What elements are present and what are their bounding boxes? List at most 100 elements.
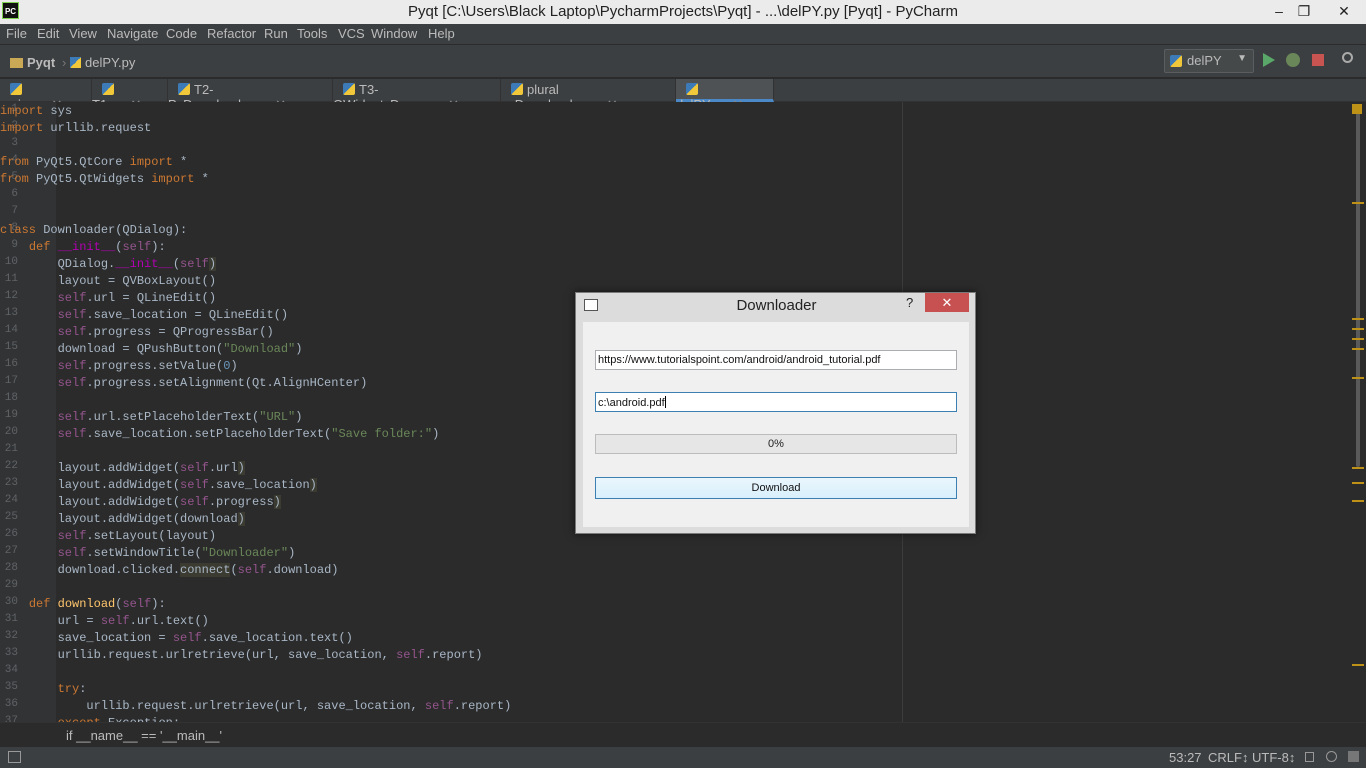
breadcrumb-separator: › [62, 55, 67, 70]
debug-icon[interactable] [1286, 53, 1300, 67]
code-line[interactable]: import urllib.request [0, 120, 151, 137]
navigation-bar: Pyqt › delPY.py delPY ▼ [0, 44, 1366, 78]
help-button[interactable]: ? [906, 295, 913, 310]
code-line[interactable]: from PyQt5.QtWidgets import * [0, 171, 209, 188]
inspector-icon[interactable] [1326, 751, 1337, 762]
warning-marker[interactable] [1352, 348, 1364, 350]
line-number: 3 [11, 137, 18, 149]
code-line[interactable]: self.progress.setValue(0) [0, 358, 238, 375]
warning-marker[interactable] [1352, 328, 1364, 330]
warning-marker[interactable] [1352, 318, 1364, 320]
warning-marker[interactable] [1352, 338, 1364, 340]
code-line[interactable]: class Downloader(QDialog): [0, 222, 187, 239]
save-location-input[interactable]: c:\android.pdf [595, 392, 957, 412]
code-line[interactable]: try: [0, 681, 87, 698]
progress-label: 0% [768, 438, 784, 450]
code-line[interactable]: layout.addWidget(self.progress) [0, 494, 281, 511]
code-line[interactable]: urllib.request.urlretrieve(url, save_loc… [0, 698, 511, 715]
warning-marker[interactable] [1352, 482, 1364, 484]
warning-marker[interactable] [1352, 202, 1364, 204]
code-line[interactable]: download = QPushButton("Download") [0, 341, 303, 358]
url-input[interactable]: https://www.tutorialspoint.com/android/a… [595, 350, 957, 370]
menu-edit[interactable]: Edit [37, 26, 59, 41]
folder-icon [10, 58, 23, 68]
menu-vcs[interactable]: VCS [338, 26, 365, 41]
code-line[interactable]: layout.addWidget(self.url) [0, 460, 245, 477]
event-log-icon[interactable] [1348, 751, 1359, 762]
maximize-button[interactable]: ❐ [1287, 0, 1321, 22]
tab-t1-py[interactable]: T1.py✕ [92, 79, 168, 112]
scroll-thumb[interactable] [1356, 112, 1360, 467]
status-bar: 53:27 CRLF↕ UTF-8↕ [0, 746, 1366, 768]
menu-bar: File Edit View Navigate Code Refactor Ru… [0, 24, 1366, 44]
line-number: 7 [11, 205, 18, 217]
line-number: 29 [4, 579, 18, 591]
breadcrumb-file[interactable]: delPY.py [70, 55, 135, 70]
code-line[interactable]: urllib.request.urlretrieve(url, save_loc… [0, 647, 483, 664]
scope-breadcrumb[interactable]: if __name__ == '__main__' [66, 728, 222, 743]
code-line[interactable]: self.save_location.setPlaceholderText("S… [0, 426, 440, 443]
lock-icon[interactable] [1305, 752, 1314, 762]
menu-file[interactable]: File [6, 26, 27, 41]
run-icon[interactable] [1263, 53, 1275, 67]
code-line[interactable]: url = self.url.text() [0, 613, 209, 630]
code-line[interactable]: self.url = QLineEdit() [0, 290, 216, 307]
tab-plural-pydownloader[interactable]: plural pyDownloader.py✕ [501, 79, 676, 112]
menu-run[interactable]: Run [264, 26, 288, 41]
editor-tab-bar: main.py✕ T1.py✕ T2-PyDownloader.py✕ T3-Q… [0, 79, 1366, 112]
tab-t3-qwidgetsdeme[interactable]: T3-QWidgetsDeme.py✕ [333, 79, 501, 112]
python-file-icon [178, 83, 190, 95]
menu-navigate[interactable]: Navigate [107, 26, 158, 41]
tab-main-py[interactable]: main.py✕ [0, 79, 92, 112]
code-line[interactable]: from PyQt5.QtCore import * [0, 154, 187, 171]
code-line[interactable]: def __init__(self): [0, 239, 166, 256]
code-line[interactable]: QDialog.__init__(self) [0, 256, 217, 273]
analysis-status-icon[interactable] [1352, 104, 1362, 114]
code-line[interactable]: def download(self): [0, 596, 166, 613]
line-separator-select[interactable]: CRLF↕ [1208, 750, 1248, 765]
menu-tools[interactable]: Tools [297, 26, 327, 41]
menu-code[interactable]: Code [166, 26, 197, 41]
code-line[interactable]: except Exception: [0, 715, 180, 722]
warning-marker[interactable] [1352, 467, 1364, 469]
stop-icon[interactable] [1312, 54, 1324, 66]
code-line[interactable]: self.url.setPlaceholderText("URL") [0, 409, 303, 426]
tool-windows-icon[interactable] [8, 751, 21, 763]
code-line[interactable]: self.save_location = QLineEdit() [0, 307, 288, 324]
code-line[interactable]: save_location = self.save_location.text(… [0, 630, 353, 647]
download-button[interactable]: Download [595, 477, 957, 499]
menu-help[interactable]: Help [428, 26, 455, 41]
tab-t2-pydownloader[interactable]: T2-PyDownloader.py✕ [168, 79, 333, 112]
menu-window[interactable]: Window [371, 26, 417, 41]
breadcrumb-project[interactable]: Pyqt [10, 55, 55, 70]
warning-marker[interactable] [1352, 664, 1364, 666]
menu-view[interactable]: View [69, 26, 97, 41]
dialog-close-button[interactable]: ✕ [925, 293, 969, 312]
code-line[interactable]: self.progress = QProgressBar() [0, 324, 274, 341]
run-configuration-select[interactable]: delPY ▼ [1164, 49, 1254, 73]
caret-position[interactable]: 53:27 [1169, 750, 1202, 765]
python-file-icon [102, 83, 114, 95]
line-number: 18 [4, 392, 18, 404]
python-file-icon [343, 83, 355, 95]
code-line[interactable]: layout.addWidget(self.save_location) [0, 477, 317, 494]
code-line[interactable]: self.setWindowTitle("Downloader") [0, 545, 296, 562]
code-line[interactable]: layout.addWidget(download) [0, 511, 245, 528]
menu-refactor[interactable]: Refactor [207, 26, 256, 41]
encoding-select[interactable]: UTF-8↕ [1252, 750, 1295, 765]
tab-delpy-py[interactable]: delPY.py✕ [676, 79, 774, 112]
python-file-icon [686, 83, 698, 95]
dialog-body: https://www.tutorialspoint.com/android/a… [583, 322, 969, 527]
code-line[interactable]: layout = QVBoxLayout() [0, 273, 216, 290]
search-icon[interactable] [1342, 52, 1353, 63]
editor-scrollbar[interactable] [1350, 102, 1366, 722]
code-line[interactable]: self.setLayout(layout) [0, 528, 216, 545]
warning-marker[interactable] [1352, 500, 1364, 502]
close-window-button[interactable]: ✕ [1322, 0, 1366, 22]
code-line[interactable]: download.clicked.connect(self.download) [0, 562, 338, 579]
code-line[interactable]: import sys [0, 103, 72, 120]
python-file-icon [70, 57, 81, 68]
download-progress-bar: 0% [595, 434, 957, 454]
warning-marker[interactable] [1352, 377, 1364, 379]
code-line[interactable]: self.progress.setAlignment(Qt.AlignHCent… [0, 375, 368, 392]
